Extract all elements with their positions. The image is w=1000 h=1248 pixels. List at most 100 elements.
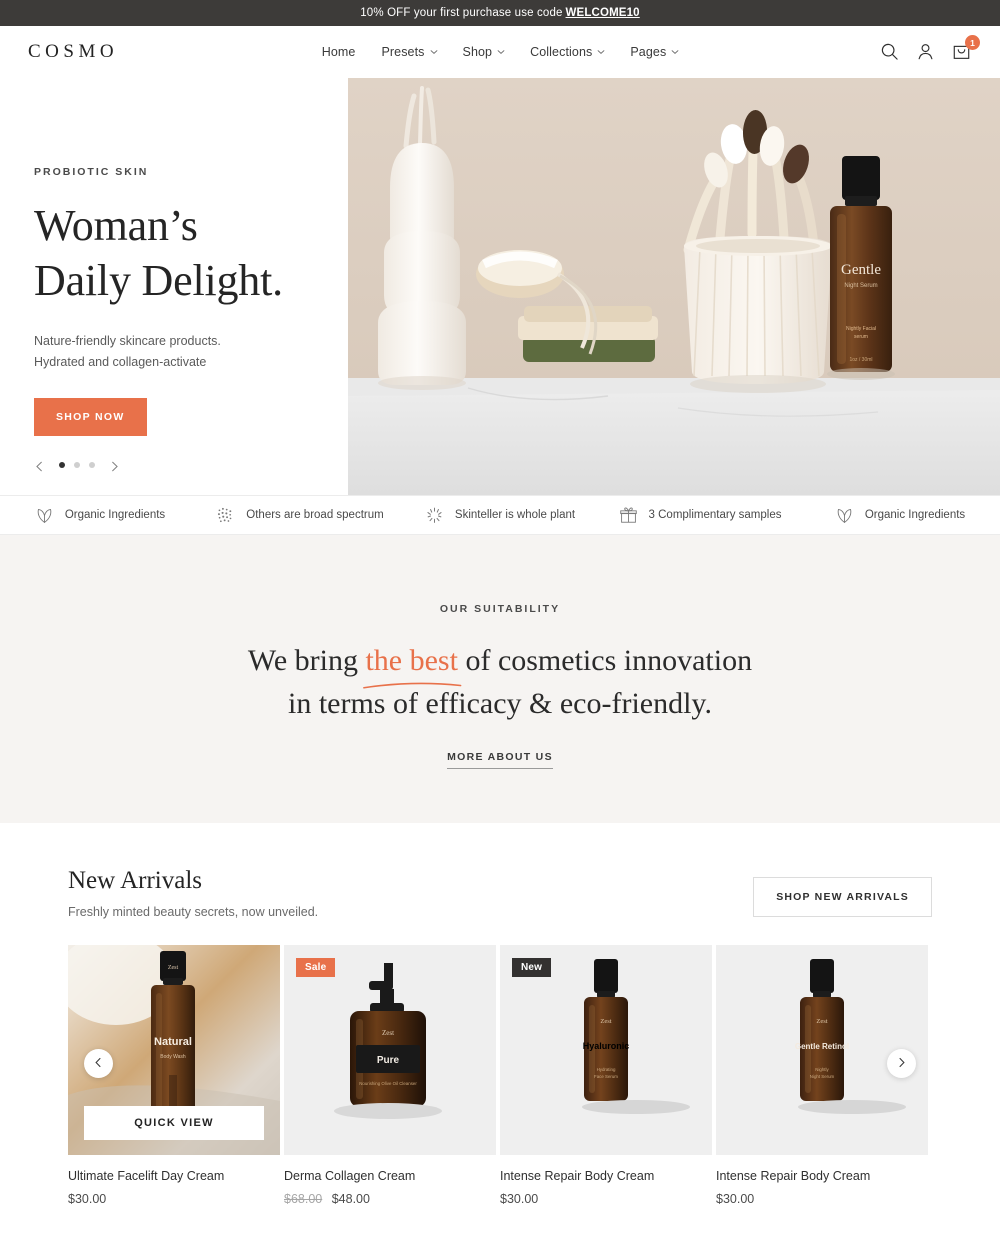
quick-view-button[interactable]: QUICK VIEW (84, 1106, 264, 1140)
nav-item-shop[interactable]: Shop (463, 45, 505, 59)
nav-item-presets[interactable]: Presets (381, 45, 438, 59)
svg-text:Zest: Zest (816, 1018, 827, 1025)
gift-icon (619, 506, 638, 525)
product-name: Intense Repair Body Cream (500, 1169, 655, 1183)
headline-highlight-wrap: the best (363, 639, 462, 689)
section-subtitle: Freshly minted beauty secrets, now unvei… (68, 905, 319, 919)
feature-label: Organic Ingredients (64, 509, 166, 521)
nav-label: Pages (630, 45, 667, 59)
carousel-prev-button[interactable] (84, 1049, 113, 1078)
svg-text:Night Serum: Night Serum (810, 1074, 835, 1079)
product-price: $30.00 (68, 1192, 280, 1206)
hero-title: Woman’s Daily Delight. (34, 198, 334, 309)
product-name: Intense Repair Body Cream (716, 1169, 871, 1183)
announcement-bar: 10% OFF your first purchase use code WEL… (0, 0, 1000, 26)
product-price: $68.00 $48.00 (284, 1192, 496, 1206)
product-price: $30.00 (716, 1192, 928, 1206)
product-old-price: $68.00 (284, 1192, 323, 1206)
main-navigation: Home Presets Shop Collections Pages (322, 45, 679, 59)
chevron-right-icon[interactable] (109, 459, 120, 472)
feature-label: 3 Complimentary samples (648, 509, 782, 521)
product-image: Pure Zest Nourishing Olive Oil Cleanser … (284, 945, 496, 1155)
product-card[interactable]: Pure Zest Nourishing Olive Oil Cleanser … (284, 945, 496, 1206)
suitability-headline-line-2: in terms of efficacy & eco-friendly. (288, 687, 712, 721)
feature-label: Organic Ingredients (864, 509, 966, 521)
product-current-price: $48.00 (331, 1192, 370, 1206)
product-carousel: Natural Body Wash Zest Hydrating Body Wa… (0, 945, 1000, 1206)
more-about-us-link[interactable]: MORE ABOUT US (447, 751, 553, 770)
shop-now-button[interactable]: SHOP NOW (34, 397, 147, 436)
new-arrivals-header: New Arrivals Freshly minted beauty secre… (0, 867, 1000, 919)
features-bar: Organic Ingredients Others are broad spe… (0, 495, 1000, 535)
cart-icon[interactable]: 1 (952, 35, 980, 62)
promo-code[interactable]: WELCOME10 (566, 7, 640, 19)
feature-item-organic-ingredients-2: Organic Ingredients (800, 506, 1000, 525)
nav-item-home[interactable]: Home (322, 45, 356, 59)
site-header: COSMO Home Presets Shop Collections Page… (0, 26, 1000, 78)
svg-text:serum: serum (854, 334, 868, 340)
hero-subtitle-line-1: Nature-friendly skincare products. (34, 333, 221, 348)
svg-text:Face Serum: Face Serum (594, 1074, 618, 1079)
carousel-dot-2[interactable] (74, 461, 80, 468)
chevron-left-icon[interactable] (34, 459, 45, 472)
hero-carousel-dots (59, 461, 95, 468)
svg-text:Zest: Zest (168, 965, 179, 971)
carousel-next-button[interactable] (887, 1049, 916, 1078)
svg-text:Hyaluronic: Hyaluronic (583, 1041, 630, 1051)
chevron-down-icon (597, 49, 605, 56)
suitability-eyebrow: OUR SUITABILITY (439, 603, 561, 615)
nav-label: Presets (381, 45, 425, 59)
headline-after: of cosmetics innovation (457, 644, 753, 677)
chevron-down-icon (671, 49, 679, 56)
headline-before: We bring (247, 644, 366, 677)
headline-highlight: the best (365, 644, 458, 677)
product-name: Ultimate Facelift Day Cream (68, 1169, 225, 1183)
svg-text:Nightly Facial: Nightly Facial (846, 326, 876, 332)
product-current-price: $30.00 (68, 1192, 107, 1206)
chevron-right-icon (896, 1055, 907, 1073)
svg-text:Nourishing Olive Oil Cleanser: Nourishing Olive Oil Cleanser (359, 1081, 417, 1086)
nav-item-collections[interactable]: Collections (530, 45, 605, 59)
suitability-headline: We bring the best of cosmetics innovatio… (248, 639, 752, 725)
product-name: Derma Collagen Cream (284, 1169, 416, 1183)
svg-text:Nightly: Nightly (815, 1067, 829, 1072)
svg-text:Body Wash: Body Wash (160, 1054, 186, 1060)
suitability-headline-line-1: We bring the best of cosmetics innovatio… (247, 639, 753, 689)
product-image: Zest Hyaluronic Hydrating Face Serum New (500, 945, 712, 1155)
svg-text:Gentle Retinol: Gentle Retinol (795, 1042, 849, 1051)
hero-title-line-1: Woman’s (34, 201, 198, 250)
product-current-price: $30.00 (500, 1192, 539, 1206)
shop-new-arrivals-button[interactable]: SHOP NEW ARRIVALS (753, 877, 932, 917)
cart-count-badge: 1 (965, 35, 980, 50)
svg-text:Hydrating: Hydrating (597, 1067, 616, 1072)
chevron-down-icon (430, 49, 438, 56)
carousel-dot-3[interactable] (89, 461, 95, 468)
header-actions: 1 (880, 35, 980, 62)
product-card[interactable]: Zest Hyaluronic Hydrating Face Serum New… (500, 945, 712, 1206)
dots-icon (216, 506, 235, 525)
feature-label: Others are broad spectrum (246, 509, 384, 521)
product-current-price: $30.00 (716, 1192, 755, 1206)
svg-text:1oz / 30ml: 1oz / 30ml (849, 357, 872, 363)
hero-subtitle-line-2: Hydrated and collagen-activate (34, 355, 207, 370)
svg-text:Zest: Zest (600, 1018, 611, 1025)
announcement-text: 10% OFF your first purchase use code (360, 7, 563, 19)
brand-logo[interactable]: COSMO (28, 41, 118, 63)
hero-section: Gentle Night Serum Nightly Facial serum … (0, 78, 1000, 495)
leaf-icon (35, 506, 54, 525)
product-badge-new: New (512, 958, 552, 977)
search-icon[interactable] (880, 42, 900, 62)
hero-eyebrow: PROBIOTIC SKIN (34, 166, 149, 178)
nav-label: Shop (462, 45, 493, 59)
chevron-left-icon (93, 1055, 104, 1073)
svg-text:Zest: Zest (382, 1029, 394, 1037)
nav-item-pages[interactable]: Pages (630, 45, 679, 59)
hero-subtitle: Nature-friendly skincare products. Hydra… (34, 331, 334, 374)
carousel-dot-1[interactable] (59, 461, 65, 468)
section-title: New Arrivals (68, 867, 202, 894)
feature-item-organic-ingredients-1: Organic Ingredients (0, 506, 200, 525)
sparkle-icon (425, 506, 444, 525)
leaf-icon (835, 506, 854, 525)
account-icon[interactable] (916, 42, 936, 62)
hero-image: Gentle Night Serum Nightly Facial serum … (348, 78, 1000, 495)
